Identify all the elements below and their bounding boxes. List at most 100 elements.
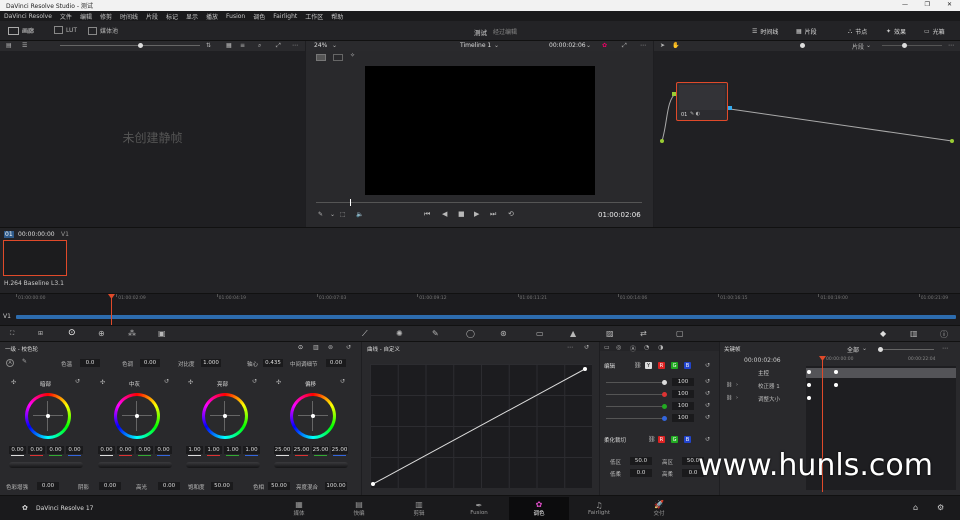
clip-dropdown[interactable]: 片段 (852, 42, 864, 51)
channel-y[interactable]: Y (645, 362, 652, 369)
audio-icon[interactable]: 🔈 (356, 211, 363, 218)
channel-slider-track[interactable] (606, 382, 664, 383)
menu-item[interactable]: 标记 (166, 12, 178, 21)
grid-view-icon[interactable]: ▦ (226, 42, 232, 49)
wheel-value[interactable]: 0.00 (136, 446, 153, 454)
wheel-value[interactable]: 1.00 (186, 446, 203, 454)
menu-item[interactable]: 编辑 (80, 12, 92, 21)
menu-item[interactable]: DaVinci Resolve (4, 13, 52, 20)
bars-mode-icon[interactable]: ▥ (313, 344, 319, 351)
keyframe-dot[interactable] (807, 396, 811, 400)
wheel-value[interactable]: 0.00 (117, 446, 134, 454)
channel-b[interactable]: B (684, 362, 691, 369)
menu-item[interactable]: 片段 (146, 12, 158, 21)
camera-raw-icon[interactable]: ⛶ (10, 330, 14, 338)
wheel-value[interactable]: 25.00 (331, 446, 348, 454)
adjust-value[interactable]: 0.00 (37, 482, 59, 490)
split-view-icon[interactable] (333, 54, 343, 61)
adjust-value[interactable]: 100.00 (325, 482, 347, 490)
wheel-picker-icon[interactable]: ✣ (276, 379, 281, 386)
close-icon[interactable]: ✕ (947, 1, 952, 8)
channel-slider-handle[interactable] (662, 380, 667, 385)
node-zoom-handle[interactable] (800, 43, 805, 48)
sizing-icon[interactable]: ⇄ (640, 329, 647, 338)
scopes-icon[interactable]: ▥ (910, 329, 918, 338)
menu-item[interactable]: Fusion (226, 13, 245, 20)
nodes-toggle[interactable]: ⛬ 节点 (848, 27, 867, 37)
media-pool-button[interactable]: 媒体池 (88, 26, 118, 35)
panel-icon-2[interactable]: ◎ (616, 344, 621, 351)
wheel-handle[interactable] (46, 414, 50, 418)
color-warper-icon[interactable]: ✺ (396, 329, 403, 338)
wheel-reset-icon[interactable]: ↺ (252, 378, 257, 385)
soft-clip-reset-icon[interactable]: ↺ (705, 436, 710, 443)
fullscreen-icon[interactable]: ⤢ (276, 42, 281, 50)
picker-icon[interactable]: ✎ (22, 358, 27, 365)
adjust-value[interactable]: 0.435 (263, 359, 283, 367)
panel-icon-3[interactable]: Ⓐ (630, 344, 636, 353)
channel-slider-track[interactable] (606, 418, 664, 419)
wheel-value[interactable]: 0.00 (155, 446, 172, 454)
log-mode-icon[interactable]: ⊚ (328, 344, 333, 351)
layer-icon[interactable]: ⬚ (340, 211, 346, 218)
sort-icon[interactable]: ⇅ (206, 42, 211, 49)
menu-item[interactable]: 调色 (253, 12, 265, 21)
wheel-value[interactable]: 0.00 (66, 446, 83, 454)
page-tab[interactable]: ▥ 剪辑 (389, 497, 449, 520)
channel-reset-icon[interactable]: ↺ (705, 402, 710, 409)
stop-icon[interactable]: ■ (458, 210, 465, 218)
curves-reset-icon[interactable]: ↺ (584, 344, 589, 351)
master-track-bar[interactable] (806, 368, 956, 378)
list-icon[interactable]: ☰ (22, 42, 27, 49)
wheel-handle[interactable] (223, 414, 227, 418)
keyframes-zoom-handle[interactable] (878, 347, 883, 352)
timeline-toggle[interactable]: ☰ 时间线 (752, 27, 778, 36)
qualifier-icon[interactable]: ✎ (432, 329, 439, 338)
node-input-port[interactable] (672, 92, 676, 96)
keyframe-dot[interactable] (807, 383, 811, 387)
menu-item[interactable]: Fairlight (273, 13, 297, 20)
curves-options-icon[interactable]: ⋯ (567, 344, 573, 351)
soft-clip-r[interactable]: R (658, 436, 665, 443)
corrector-node[interactable]: 01 ✎ ◐ (676, 82, 728, 121)
node-output-port[interactable] (728, 106, 732, 110)
master-wheel-slider[interactable] (186, 462, 260, 468)
blur-icon[interactable]: ▲ (570, 329, 576, 338)
wheel-value[interactable]: 25.00 (293, 446, 310, 454)
scrubber-playhead[interactable] (350, 199, 351, 206)
list-view-icon[interactable]: ≡ (240, 42, 245, 49)
go-to-start-icon[interactable]: ⏮ (424, 210, 430, 219)
wheel-handle[interactable] (135, 414, 139, 418)
channel-reset-icon[interactable]: ↺ (705, 390, 710, 397)
more-icon[interactable]: ⋯ (292, 42, 298, 49)
keyframes-icon[interactable]: ◆ (880, 329, 886, 338)
single-view-icon[interactable] (316, 54, 326, 61)
info-icon[interactable]: ⓘ (940, 329, 948, 340)
adjust-value[interactable]: 1.000 (201, 359, 221, 367)
key-icon[interactable]: ▨ (606, 329, 614, 338)
track-expand-icon[interactable]: › (736, 382, 738, 388)
channel-reset-icon[interactable]: ↺ (705, 378, 710, 385)
keyframes-zoom-slider[interactable] (878, 349, 934, 350)
low-soft-value[interactable]: 0.0 (630, 469, 652, 477)
keyframes-more-icon[interactable]: ⋯ (942, 345, 948, 352)
highlight-icon[interactable]: ✧ (350, 52, 355, 59)
wheel-picker-icon[interactable]: ✣ (11, 379, 16, 386)
master-wheel-slider[interactable] (98, 462, 172, 468)
adjust-value[interactable]: 0.00 (99, 482, 121, 490)
color-wheels-icon[interactable]: ⊙ (68, 328, 76, 338)
wheel-reset-icon[interactable]: ↺ (164, 378, 169, 385)
low-value[interactable]: 50.0 (630, 457, 652, 465)
motion-effects-icon[interactable]: ⁂ (128, 329, 136, 338)
timeline-clip-bar[interactable] (16, 315, 956, 319)
go-to-end-icon[interactable]: ⏭ (490, 210, 496, 219)
pointer-icon[interactable]: ➤ (660, 42, 665, 49)
wheel-handle[interactable] (311, 414, 315, 418)
effects-toggle[interactable]: ✦ 效果 (886, 27, 906, 36)
wheel-value[interactable]: 1.00 (205, 446, 222, 454)
channel-value[interactable]: 100 (672, 378, 694, 386)
soft-clip-b[interactable]: B (684, 436, 691, 443)
wheel-value[interactable]: 0.00 (47, 446, 64, 454)
master-wheel-slider[interactable] (274, 462, 348, 468)
rgb-mixer-icon[interactable]: ⊕ (98, 329, 105, 338)
